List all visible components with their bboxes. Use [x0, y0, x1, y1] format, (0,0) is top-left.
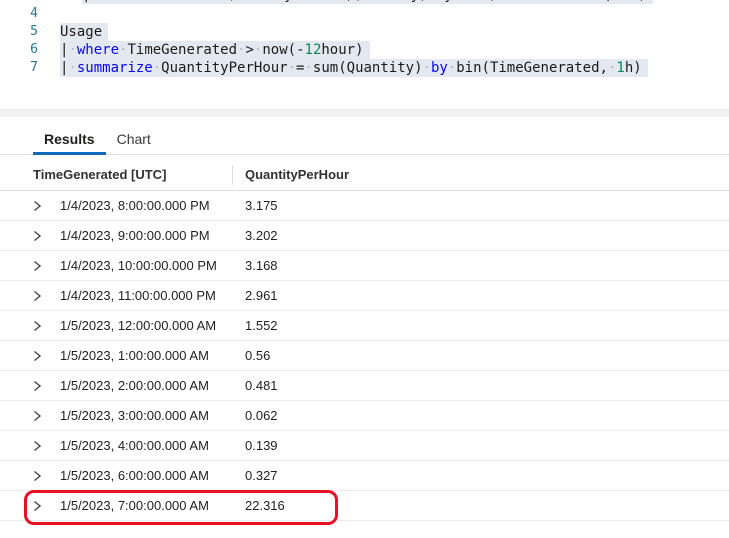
cell-quantityperhour: 2.961: [245, 288, 729, 303]
cell-timegenerated: 1/5/2023, 7:00:00.000 AM: [60, 498, 245, 513]
whitespace-dot: ·: [288, 60, 296, 76]
cell-quantityperhour: 22.316: [245, 498, 729, 513]
cell-quantityperhour: 0.062: [245, 408, 729, 423]
table-row[interactable]: 1/5/2023, 4:00:00.000 AM0.139: [0, 431, 729, 461]
cell-quantityperhour: 3.168: [245, 258, 729, 273]
chevron-right-icon[interactable]: [33, 440, 60, 452]
chevron-right-icon[interactable]: [33, 500, 60, 512]
line-number: 4: [0, 5, 38, 23]
code-token: Usage: [60, 24, 102, 40]
cell-quantityperhour: 0.481: [245, 378, 729, 393]
grid-body: 1/4/2023, 8:00:00.000 PM3.1751/4/2023, 9…: [0, 191, 729, 521]
query-line-text: |·where·TimeGenerated·>·now(-12hour): [60, 41, 370, 59]
cell-quantityperhour: 0.139: [245, 438, 729, 453]
cell-quantityperhour: 0.56: [245, 348, 729, 363]
cell-timegenerated: 1/5/2023, 12:00:00.000 AM: [60, 318, 245, 333]
table-row[interactable]: 1/5/2023, 6:00:00.000 AM0.327: [0, 461, 729, 491]
code-token: 12: [305, 42, 322, 58]
code-token: >: [245, 42, 253, 58]
chevron-right-icon[interactable]: [33, 230, 60, 242]
query-line-clipped-text: | summarize TotalQuantity = sum(Quantity…: [82, 0, 653, 4]
code-token: sum(Quantity): [313, 60, 423, 76]
table-row[interactable]: 1/5/2023, 7:00:00.000 AM22.316: [0, 491, 729, 521]
cell-timegenerated: 1/4/2023, 11:00:00.000 PM: [60, 288, 245, 303]
whitespace-dot: ·: [68, 42, 76, 58]
cell-quantityperhour: 1.552: [245, 318, 729, 333]
code-token: QuantityPerHour: [161, 60, 287, 76]
pane-divider: [0, 109, 729, 117]
query-line-text: Usage: [60, 23, 108, 41]
tab-chart[interactable]: Chart: [106, 130, 162, 154]
query-line-4[interactable]: 4: [0, 5, 729, 23]
cell-timegenerated: 1/5/2023, 3:00:00.000 AM: [60, 408, 245, 423]
cell-timegenerated: 1/4/2023, 9:00:00.000 PM: [60, 228, 245, 243]
table-row[interactable]: 1/4/2023, 11:00:00.000 PM2.961: [0, 281, 729, 311]
chevron-right-icon[interactable]: [33, 290, 60, 302]
table-row[interactable]: 1/4/2023, 10:00:00.000 PM3.168: [0, 251, 729, 281]
code-token: hour): [321, 42, 363, 58]
code-token: summarize: [77, 60, 153, 76]
line-number: 6: [0, 41, 38, 59]
column-header-timegenerated[interactable]: TimeGenerated [UTC]: [33, 165, 233, 185]
cell-quantityperhour: 3.202: [245, 228, 729, 243]
chevron-right-icon[interactable]: [33, 350, 60, 362]
cell-timegenerated: 1/5/2023, 4:00:00.000 AM: [60, 438, 245, 453]
code-token: where: [77, 42, 119, 58]
chevron-right-icon[interactable]: [33, 320, 60, 332]
cell-timegenerated: 1/5/2023, 1:00:00.000 AM: [60, 348, 245, 363]
whitespace-dot: ·: [304, 60, 312, 76]
whitespace-dot: ·: [423, 60, 431, 76]
code-token: bin(TimeGenerated,: [456, 60, 608, 76]
tab-results[interactable]: Results: [33, 130, 106, 155]
code-token: by: [431, 60, 448, 76]
cell-quantityperhour: 0.327: [245, 468, 729, 483]
query-line-text: |·summarize·QuantityPerHour·=·sum(Quanti…: [60, 59, 648, 77]
results-tabbar: Results Chart: [0, 126, 729, 155]
code-token: now(-: [262, 42, 304, 58]
line-number: 5: [0, 23, 38, 41]
chevron-right-icon[interactable]: [33, 260, 60, 272]
query-line-7[interactable]: 7 |·summarize·QuantityPerHour·=·sum(Quant…: [0, 59, 729, 77]
cell-quantityperhour: 3.175: [245, 198, 729, 213]
code-token: 1: [616, 60, 624, 76]
table-row[interactable]: 1/5/2023, 2:00:00.000 AM0.481: [0, 371, 729, 401]
whitespace-dot: ·: [153, 60, 161, 76]
table-row[interactable]: 1/5/2023, 1:00:00.000 AM0.56: [0, 341, 729, 371]
table-row[interactable]: 1/5/2023, 12:00:00.000 AM1.552: [0, 311, 729, 341]
grid-header: TimeGenerated [UTC] QuantityPerHour: [0, 160, 729, 191]
query-lines: 45Usage6|·where·TimeGenerated·>·now(-12h…: [0, 5, 729, 77]
column-header-quantityperhour[interactable]: QuantityPerHour: [245, 165, 349, 185]
chevron-right-icon[interactable]: [33, 410, 60, 422]
query-line-5[interactable]: 5 Usage: [0, 23, 729, 41]
whitespace-dot: ·: [448, 60, 456, 76]
code-token: h): [625, 60, 642, 76]
chevron-right-icon[interactable]: [33, 200, 60, 212]
whitespace-dot: ·: [68, 60, 76, 76]
cell-timegenerated: 1/4/2023, 8:00:00.000 PM: [60, 198, 245, 213]
query-line-clipped: | summarize TotalQuantity = sum(Quantity…: [0, 0, 729, 5]
line-number: 7: [0, 59, 38, 77]
table-row[interactable]: 1/4/2023, 8:00:00.000 PM3.175: [0, 191, 729, 221]
code-token: TimeGenerated: [127, 42, 237, 58]
chevron-right-icon[interactable]: [33, 470, 60, 482]
table-row[interactable]: 1/5/2023, 3:00:00.000 AM0.062: [0, 401, 729, 431]
chevron-right-icon[interactable]: [33, 380, 60, 392]
query-line-6[interactable]: 6|·where·TimeGenerated·>·now(-12hour): [0, 41, 729, 59]
query-editor[interactable]: | summarize TotalQuantity = sum(Quantity…: [0, 0, 729, 77]
cell-timegenerated: 1/5/2023, 6:00:00.000 AM: [60, 468, 245, 483]
table-row[interactable]: 1/4/2023, 9:00:00.000 PM3.202: [0, 221, 729, 251]
cell-timegenerated: 1/5/2023, 2:00:00.000 AM: [60, 378, 245, 393]
cell-timegenerated: 1/4/2023, 10:00:00.000 PM: [60, 258, 245, 273]
